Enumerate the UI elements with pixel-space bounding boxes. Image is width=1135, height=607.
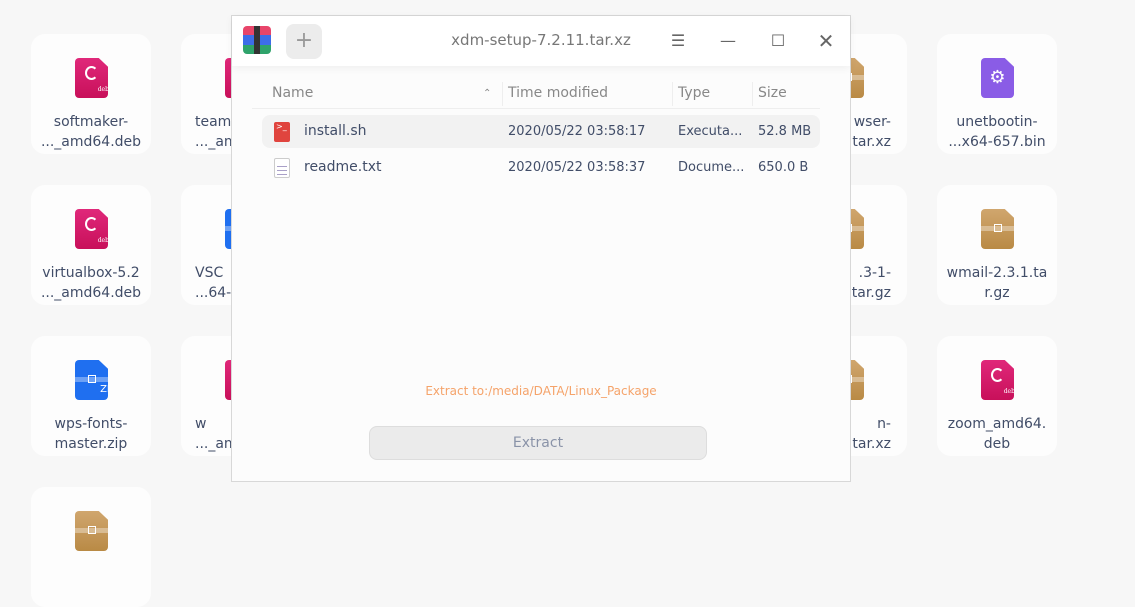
file-name: readme.txt	[304, 159, 382, 175]
window-title: xdm-setup-7.2.11.tar.xz	[451, 31, 631, 49]
tar-file-icon	[75, 511, 108, 551]
tar-file-icon	[981, 209, 1014, 249]
column-type[interactable]: Type	[678, 85, 710, 101]
desktop-file-deb[interactable]: debian softmaker- ..._amd64.deb	[31, 34, 151, 154]
desktop-file-deb[interactable]: debian virtualbox-5.2 ..._amd64.deb	[31, 185, 151, 305]
column-name[interactable]: Name	[272, 85, 313, 101]
file-label: virtualbox-5.2 ..._amd64.deb	[40, 265, 142, 301]
sort-ascending-icon[interactable]: ⌃	[483, 88, 491, 99]
bin-file-icon: ⚙	[981, 58, 1014, 98]
desktop-file-bin[interactable]: ⚙ unetbootin- ...x64-657.bin	[937, 34, 1057, 154]
text-file-icon	[274, 158, 290, 178]
file-row[interactable]: >_ install.sh 2020/05/22 03:58:17 Execut…	[262, 115, 820, 148]
file-time: 2020/05/22 03:58:37	[508, 160, 646, 175]
desktop-file-tar[interactable]: wmail-2.3.1.ta r.gz	[937, 185, 1057, 305]
file-list-header: Name ⌃ Time modified Type Size	[252, 82, 820, 109]
file-label: softmaker- ..._amd64.deb	[40, 114, 142, 150]
maximize-icon[interactable]: ☐	[766, 29, 790, 53]
file-label: wmail-2.3.1.ta r.gz	[946, 265, 1048, 301]
extract-destination-link[interactable]: Extract to:/media/DATA/Linux_Package	[232, 384, 850, 398]
deb-file-icon: debian	[981, 360, 1014, 400]
desktop-file-tar[interactable]	[31, 487, 151, 607]
extract-button[interactable]: Extract	[369, 426, 707, 460]
archive-manager-window: + xdm-setup-7.2.11.tar.xz ☰ — ☐ ✕ Name ⌃…	[231, 15, 851, 482]
desktop-file-zip[interactable]: ZIP wps-fonts-master.zip	[31, 336, 151, 456]
file-label: unetbootin- ...x64-657.bin	[948, 114, 1046, 150]
file-label: wps-fonts-master.zip	[54, 416, 128, 452]
menu-icon[interactable]: ☰	[666, 29, 690, 53]
column-size[interactable]: Size	[758, 85, 787, 101]
file-size: 650.0 B	[758, 160, 809, 175]
file-row[interactable]: readme.txt 2020/05/22 03:58:37 Docume...…	[262, 151, 820, 184]
zip-file-icon: ZIP	[75, 360, 108, 400]
file-time: 2020/05/22 03:58:17	[508, 124, 646, 139]
minimize-icon[interactable]: —	[716, 29, 740, 53]
title-bar: + xdm-setup-7.2.11.tar.xz ☰ — ☐ ✕	[232, 16, 850, 66]
file-size: 52.8 MB	[758, 124, 812, 139]
close-icon[interactable]: ✕	[814, 29, 838, 53]
file-type: Executa...	[678, 124, 743, 139]
desktop-file-deb[interactable]: debian zoom_amd64. deb	[937, 336, 1057, 456]
file-name: install.sh	[304, 123, 367, 139]
file-type: Docume...	[678, 160, 745, 175]
deb-file-icon: debian	[75, 58, 108, 98]
file-label: zoom_amd64. deb	[947, 416, 1047, 452]
deb-file-icon: debian	[75, 209, 108, 249]
column-time-modified[interactable]: Time modified	[508, 85, 608, 101]
shell-script-icon: >_	[274, 122, 290, 142]
